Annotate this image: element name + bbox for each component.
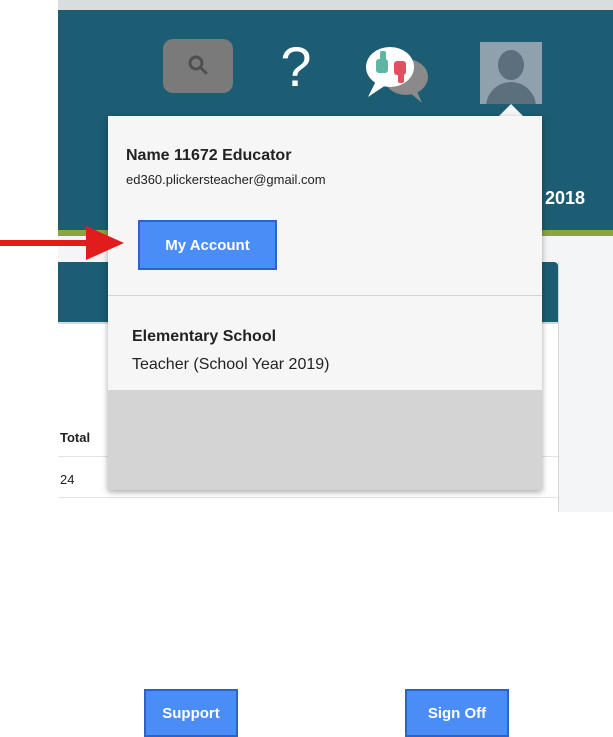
- annotation-arrow-shaft: [0, 240, 92, 246]
- user-email: ed360.plickersteacher@gmail.com: [126, 172, 326, 187]
- help-button[interactable]: ?: [276, 32, 316, 102]
- sign-off-button[interactable]: Sign Off: [405, 689, 509, 737]
- page-left-margin: [0, 0, 58, 512]
- my-account-button[interactable]: My Account: [138, 220, 277, 270]
- feedback-button[interactable]: [362, 39, 432, 105]
- feedback-icon: [366, 47, 428, 103]
- search-icon: [188, 55, 208, 75]
- search-button[interactable]: [163, 39, 233, 93]
- account-dropdown-menu: Name 11672 Educator ed360.plickersteache…: [108, 116, 542, 737]
- table-row-divider: [58, 497, 558, 498]
- avatar-icon: [498, 50, 524, 80]
- dropdown-caret: [499, 104, 523, 116]
- dropdown-footer: Support Sign Off: [108, 390, 542, 737]
- help-icon: ?: [280, 35, 312, 98]
- user-avatar-button[interactable]: [480, 42, 542, 104]
- user-name: Name 11672 Educator: [126, 147, 292, 164]
- table-cell-total: 24: [60, 472, 75, 487]
- table-column-header-total: Total: [60, 430, 91, 445]
- header-year-text: 2018: [545, 188, 586, 208]
- avatar-icon-body: [486, 82, 536, 104]
- support-button[interactable]: Support: [144, 689, 238, 737]
- dropdown-divider: [108, 295, 542, 296]
- school-name: Elementary School: [132, 328, 277, 345]
- annotation-arrow-icon: [86, 226, 124, 260]
- user-role: Teacher (School Year 2019): [132, 356, 330, 373]
